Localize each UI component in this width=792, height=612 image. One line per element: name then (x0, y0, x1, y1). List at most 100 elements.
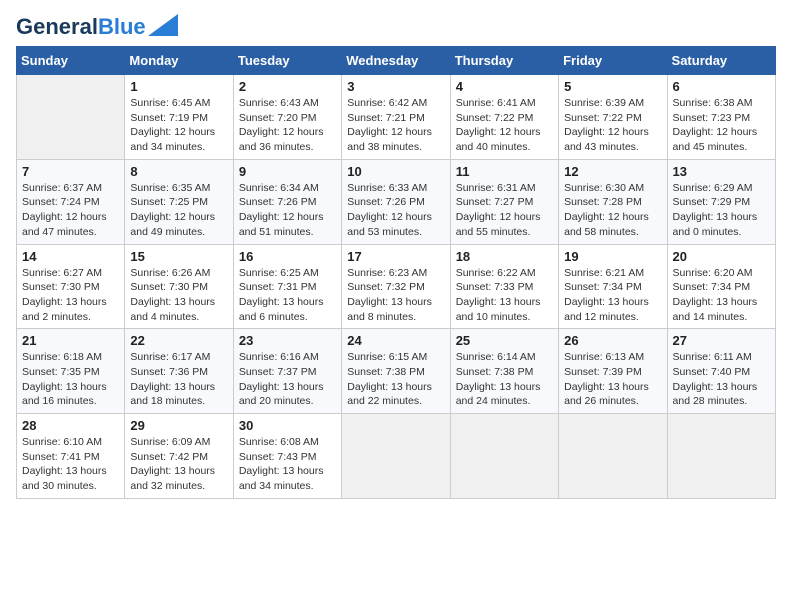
day-info: Sunrise: 6:13 AMSunset: 7:39 PMDaylight:… (564, 350, 661, 409)
day-number: 1 (130, 79, 227, 94)
day-info: Sunrise: 6:27 AMSunset: 7:30 PMDaylight:… (22, 266, 119, 325)
calendar-cell: 6 Sunrise: 6:38 AMSunset: 7:23 PMDaylight… (667, 75, 775, 160)
day-info: Sunrise: 6:22 AMSunset: 7:33 PMDaylight:… (456, 266, 553, 325)
calendar-cell: 8Sunrise: 6:35 AMSunset: 7:25 PMDaylight… (125, 159, 233, 244)
day-number: 14 (22, 249, 119, 264)
calendar-cell: 3 Sunrise: 6:42 AMSunset: 7:21 PMDaylight… (342, 75, 450, 160)
calendar-week-row: 7 Sunrise: 6:37 AMSunset: 7:24 PMDaylight… (17, 159, 776, 244)
weekday-header-monday: Monday (125, 47, 233, 75)
day-info: Sunrise: 6:39 AMSunset: 7:22 PMDaylight:… (564, 96, 661, 155)
calendar-cell: 27 Sunrise: 6:11 AMSunset: 7:40 PMDayligh… (667, 329, 775, 414)
calendar-cell: 2Sunrise: 6:43 AMSunset: 7:20 PMDaylight… (233, 75, 341, 160)
day-number: 18 (456, 249, 553, 264)
calendar-week-row: 14 Sunrise: 6:27 AMSunset: 7:30 PMDayligh… (17, 244, 776, 329)
calendar-cell: 19 Sunrise: 6:21 AMSunset: 7:34 PMDayligh… (559, 244, 667, 329)
day-info: Sunrise: 6:20 AMSunset: 7:34 PMDaylight:… (673, 266, 770, 325)
day-info: Sunrise: 6:41 AMSunset: 7:22 PMDaylight:… (456, 96, 553, 155)
calendar-cell (342, 414, 450, 499)
calendar-cell: 21 Sunrise: 6:18 AMSunset: 7:35 PMDayligh… (17, 329, 125, 414)
day-number: 10 (347, 164, 444, 179)
day-info: Sunrise: 6:29 AMSunset: 7:29 PMDaylight:… (673, 181, 770, 240)
day-info: Sunrise: 6:33 AMSunset: 7:26 PMDaylight:… (347, 181, 444, 240)
calendar-cell: 14 Sunrise: 6:27 AMSunset: 7:30 PMDayligh… (17, 244, 125, 329)
calendar-cell: 30 Sunrise: 6:08 AMSunset: 7:43 PMDayligh… (233, 414, 341, 499)
day-number: 15 (130, 249, 227, 264)
calendar-cell: 12Sunrise: 6:30 AMSunset: 7:28 PMDayligh… (559, 159, 667, 244)
day-info: Sunrise: 6:11 AMSunset: 7:40 PMDaylight:… (673, 350, 770, 409)
calendar-cell (450, 414, 558, 499)
calendar-table: SundayMondayTuesdayWednesdayThursdayFrid… (16, 46, 776, 499)
day-info: Sunrise: 6:38 AMSunset: 7:23 PMDaylight:… (673, 96, 770, 155)
day-number: 9 (239, 164, 336, 179)
calendar-cell: 20 Sunrise: 6:20 AMSunset: 7:34 PMDayligh… (667, 244, 775, 329)
logo-icon (148, 14, 178, 36)
day-number: 24 (347, 333, 444, 348)
day-number: 7 (22, 164, 119, 179)
calendar-cell: 16 Sunrise: 6:25 AMSunset: 7:31 PMDayligh… (233, 244, 341, 329)
day-info: Sunrise: 6:09 AMSunset: 7:42 PMDaylight:… (130, 435, 227, 494)
calendar-cell: 22 Sunrise: 6:17 AMSunset: 7:36 PMDayligh… (125, 329, 233, 414)
day-info: Sunrise: 6:14 AMSunset: 7:38 PMDaylight:… (456, 350, 553, 409)
day-info: Sunrise: 6:42 AMSunset: 7:21 PMDaylight:… (347, 96, 444, 155)
day-number: 22 (130, 333, 227, 348)
day-number: 6 (673, 79, 770, 94)
calendar-cell: 7 Sunrise: 6:37 AMSunset: 7:24 PMDaylight… (17, 159, 125, 244)
calendar-cell: 11 Sunrise: 6:31 AMSunset: 7:27 PMDayligh… (450, 159, 558, 244)
logo-text: GeneralBlue (16, 16, 146, 38)
day-info: Sunrise: 6:37 AMSunset: 7:24 PMDaylight:… (22, 181, 119, 240)
day-info: Sunrise: 6:21 AMSunset: 7:34 PMDaylight:… (564, 266, 661, 325)
day-number: 30 (239, 418, 336, 433)
day-info: Sunrise: 6:15 AMSunset: 7:38 PMDaylight:… (347, 350, 444, 409)
calendar-cell: 25 Sunrise: 6:14 AMSunset: 7:38 PMDayligh… (450, 329, 558, 414)
weekday-header-thursday: Thursday (450, 47, 558, 75)
calendar-week-row: 21 Sunrise: 6:18 AMSunset: 7:35 PMDayligh… (17, 329, 776, 414)
day-info: Sunrise: 6:16 AMSunset: 7:37 PMDaylight:… (239, 350, 336, 409)
day-number: 3 (347, 79, 444, 94)
day-number: 25 (456, 333, 553, 348)
day-number: 5 (564, 79, 661, 94)
calendar-cell: 29 Sunrise: 6:09 AMSunset: 7:42 PMDayligh… (125, 414, 233, 499)
day-number: 21 (22, 333, 119, 348)
calendar-cell: 28Sunrise: 6:10 AMSunset: 7:41 PMDayligh… (17, 414, 125, 499)
calendar-cell: 5 Sunrise: 6:39 AMSunset: 7:22 PMDaylight… (559, 75, 667, 160)
weekday-header-friday: Friday (559, 47, 667, 75)
weekday-header-wednesday: Wednesday (342, 47, 450, 75)
calendar-cell: 15 Sunrise: 6:26 AMSunset: 7:30 PMDayligh… (125, 244, 233, 329)
calendar-cell: 4 Sunrise: 6:41 AMSunset: 7:22 PMDaylight… (450, 75, 558, 160)
calendar-cell: 26 Sunrise: 6:13 AMSunset: 7:39 PMDayligh… (559, 329, 667, 414)
day-info: Sunrise: 6:31 AMSunset: 7:27 PMDaylight:… (456, 181, 553, 240)
day-info: Sunrise: 6:25 AMSunset: 7:31 PMDaylight:… (239, 266, 336, 325)
calendar-cell: 10 Sunrise: 6:33 AMSunset: 7:26 PMDayligh… (342, 159, 450, 244)
day-number: 20 (673, 249, 770, 264)
day-info: Sunrise: 6:45 AMSunset: 7:19 PMDaylight:… (130, 96, 227, 155)
day-info: Sunrise: 6:08 AMSunset: 7:43 PMDaylight:… (239, 435, 336, 494)
weekday-header-tuesday: Tuesday (233, 47, 341, 75)
calendar-cell: 9Sunrise: 6:34 AMSunset: 7:26 PMDaylight… (233, 159, 341, 244)
calendar-cell: 1 Sunrise: 6:45 AMSunset: 7:19 PMDaylight… (125, 75, 233, 160)
page-header: GeneralBlue (16, 16, 776, 38)
day-number: 12 (564, 164, 661, 179)
day-number: 19 (564, 249, 661, 264)
day-number: 29 (130, 418, 227, 433)
calendar-cell: 17Sunrise: 6:23 AMSunset: 7:32 PMDayligh… (342, 244, 450, 329)
day-number: 8 (130, 164, 227, 179)
calendar-cell (559, 414, 667, 499)
calendar-cell: 18 Sunrise: 6:22 AMSunset: 7:33 PMDayligh… (450, 244, 558, 329)
day-number: 23 (239, 333, 336, 348)
day-number: 16 (239, 249, 336, 264)
day-info: Sunrise: 6:17 AMSunset: 7:36 PMDaylight:… (130, 350, 227, 409)
calendar-cell (17, 75, 125, 160)
day-number: 28 (22, 418, 119, 433)
day-number: 4 (456, 79, 553, 94)
day-number: 11 (456, 164, 553, 179)
day-number: 2 (239, 79, 336, 94)
weekday-header-saturday: Saturday (667, 47, 775, 75)
day-info: Sunrise: 6:26 AMSunset: 7:30 PMDaylight:… (130, 266, 227, 325)
calendar-week-row: 28Sunrise: 6:10 AMSunset: 7:41 PMDayligh… (17, 414, 776, 499)
day-number: 13 (673, 164, 770, 179)
day-number: 27 (673, 333, 770, 348)
calendar-cell (667, 414, 775, 499)
day-number: 17 (347, 249, 444, 264)
day-number: 26 (564, 333, 661, 348)
day-info: Sunrise: 6:18 AMSunset: 7:35 PMDaylight:… (22, 350, 119, 409)
